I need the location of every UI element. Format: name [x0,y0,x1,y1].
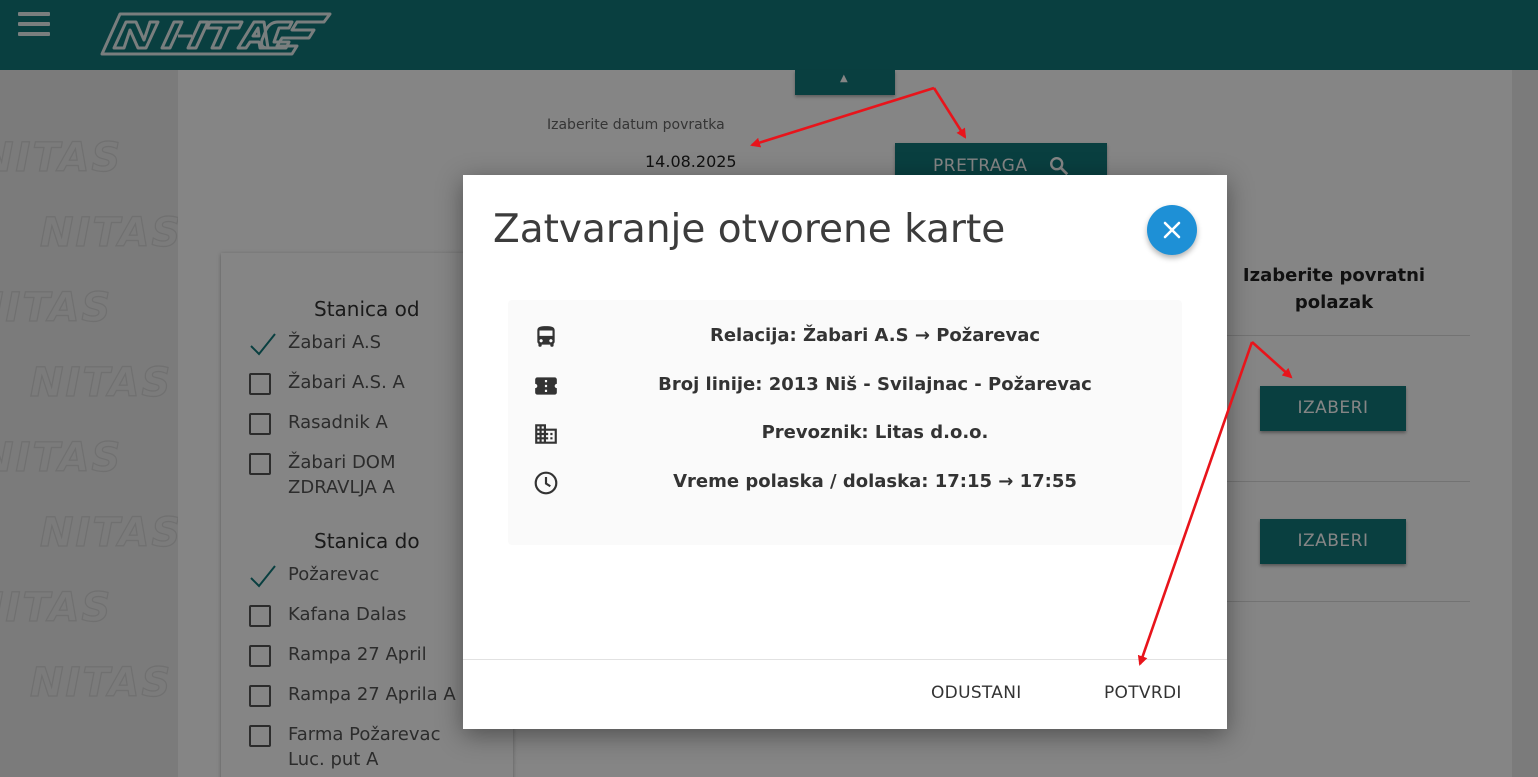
carrier-row: Prevoznik: Litas d.o.o. [508,418,1182,450]
clock-icon [534,471,558,495]
ticket-icon [535,377,557,395]
line-number-row: Broj linije: 2013 Niš - Svilajnac - Poža… [508,370,1182,402]
route-text: Relacija: Žabari A.S → Požarevac [709,325,1041,346]
close-button[interactable] [1147,205,1197,255]
bus-icon [537,326,555,347]
dialog-title: Zatvaranje otvorene karte [493,207,1006,252]
time-text: Vreme polaska / dolaska: 17:15 → 17:55 [673,471,1077,492]
line-number-text: Broj linije: 2013 Niš - Svilajnac - Poža… [658,374,1092,395]
close-open-ticket-dialog: Zatvaranje otvorene karte Relacija: Žaba… [463,175,1227,729]
ticket-info-card: Relacija: Žabari A.S → Požarevac Broj li… [508,300,1182,545]
time-row: Vreme polaska / dolaska: 17:15 → 17:55 [508,467,1182,499]
route-row: Relacija: Žabari A.S → Požarevac [508,321,1182,353]
building-icon [535,424,557,444]
confirm-button[interactable]: POTVRDI [1104,683,1182,703]
close-icon [1163,221,1181,239]
cancel-button[interactable]: ODUSTANI [931,683,1022,703]
carrier-text: Prevoznik: Litas d.o.o. [761,422,989,443]
dialog-footer-divider [463,659,1227,660]
